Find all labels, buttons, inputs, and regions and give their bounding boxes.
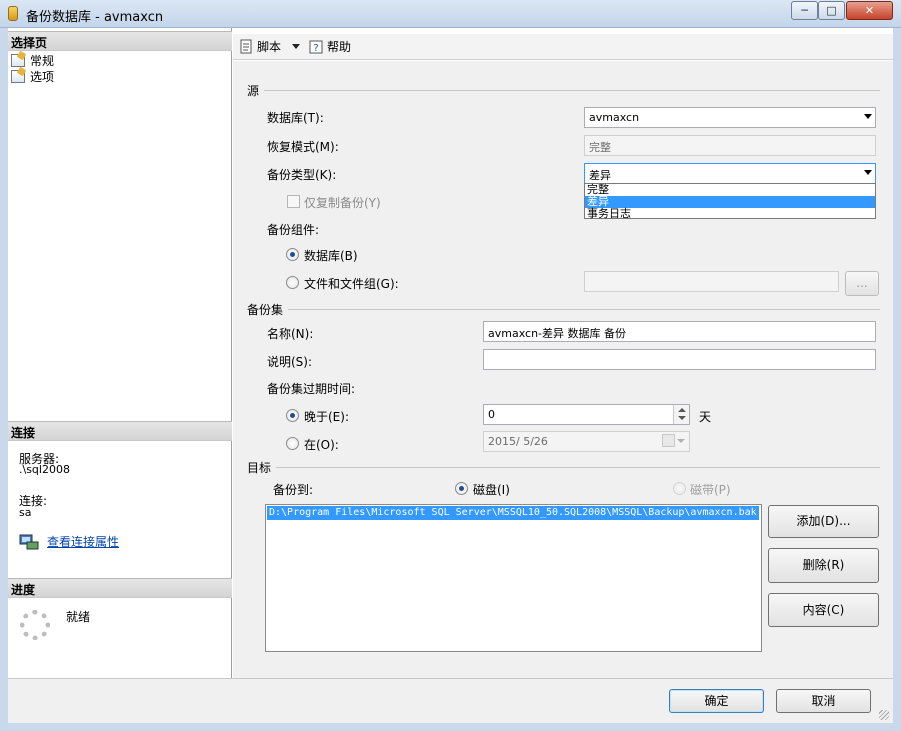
script-label: 脚本 bbox=[257, 40, 282, 54]
connection-header: 连接 bbox=[8, 421, 232, 441]
component-files-label: 文件和文件组(G): bbox=[304, 277, 399, 291]
page-icon bbox=[11, 69, 25, 83]
window-frame-left bbox=[0, 28, 8, 731]
expire-after-radio[interactable] bbox=[286, 409, 299, 422]
source-group-line bbox=[264, 90, 880, 91]
script-button[interactable]: 脚本 bbox=[239, 38, 281, 55]
component-files-radio[interactable] bbox=[286, 276, 299, 289]
help-icon: ? bbox=[309, 40, 323, 54]
maximize-button[interactable]: □ bbox=[818, 1, 845, 20]
minimize-button[interactable]: ─ bbox=[791, 1, 818, 20]
svg-text:?: ? bbox=[313, 43, 318, 54]
database-label: 数据库(T): bbox=[267, 111, 324, 125]
progress-status: 就绪 bbox=[66, 610, 91, 624]
browse-files-button[interactable]: ... bbox=[845, 271, 879, 296]
backup-component-label: 备份组件: bbox=[267, 223, 320, 237]
toolbar: 脚本 ? 帮助 bbox=[233, 34, 893, 60]
expire-after-input[interactable]: 0 bbox=[483, 404, 690, 425]
recovery-mode-label: 恢复模式(M): bbox=[267, 140, 339, 154]
spin-up-icon[interactable] bbox=[678, 408, 686, 412]
disk-label: 磁盘(I) bbox=[473, 483, 510, 497]
script-icon bbox=[240, 39, 252, 54]
component-database-label: 数据库(B) bbox=[304, 249, 358, 263]
title-bar: 备份数据库 - avmaxcn ─ □ ✕ bbox=[0, 0, 901, 28]
component-database-radio[interactable] bbox=[286, 248, 299, 261]
dropdown-option-full[interactable]: 完整 bbox=[585, 184, 875, 196]
progress-header: 进度 bbox=[8, 578, 232, 598]
backup-type-dropdown-list: 完整 差异 事务日志 bbox=[584, 183, 876, 220]
tape-label: 磁带(P) bbox=[690, 483, 731, 497]
source-group-label: 源 bbox=[247, 84, 260, 98]
chevron-down-icon bbox=[864, 114, 872, 119]
backup-type-label: 备份类型(K): bbox=[267, 168, 337, 182]
days-unit-label: 天 bbox=[699, 410, 712, 424]
view-connection-properties-link[interactable]: 查看连接属性 bbox=[47, 533, 119, 550]
backup-type-dropdown[interactable]: 差异 bbox=[584, 163, 876, 184]
cancel-button[interactable]: 取消 bbox=[776, 689, 871, 713]
expire-on-label: 在(O): bbox=[304, 438, 339, 452]
copy-only-checkbox[interactable] bbox=[287, 195, 300, 208]
dropdown-option-log[interactable]: 事务日志 bbox=[585, 208, 875, 220]
description-label: 说明(S): bbox=[267, 355, 313, 369]
name-input[interactable]: avmaxcn-差异 数据库 备份 bbox=[483, 321, 876, 342]
progress-spinner-icon bbox=[20, 610, 50, 640]
remove-button[interactable]: 删除(R) bbox=[768, 548, 879, 583]
page-label: 常规 bbox=[30, 53, 55, 68]
expire-after-value: 0 bbox=[488, 408, 495, 421]
close-button[interactable]: ✕ bbox=[846, 1, 893, 20]
tape-radio[interactable] bbox=[673, 482, 686, 495]
help-button[interactable]: ? 帮助 bbox=[309, 38, 351, 55]
add-button[interactable]: 添加(D)... bbox=[768, 505, 879, 538]
expire-on-date[interactable]: 2015/ 5/26 bbox=[483, 431, 690, 452]
contents-button[interactable]: 内容(C) bbox=[768, 593, 879, 627]
script-dropdown-arrow-icon[interactable] bbox=[292, 44, 300, 49]
name-label: 名称(N): bbox=[267, 327, 314, 341]
window-title: 备份数据库 - avmaxcn bbox=[26, 10, 164, 25]
backup-type-value: 差异 bbox=[589, 169, 611, 182]
destination-list[interactable]: D:\Program Files\Microsoft SQL Server\MS… bbox=[265, 504, 762, 652]
backup-set-group-line bbox=[288, 309, 880, 310]
expire-on-radio[interactable] bbox=[286, 437, 299, 450]
resize-grip-icon[interactable] bbox=[879, 710, 889, 720]
server-value: .\sql2008 bbox=[19, 463, 70, 476]
chevron-down-icon[interactable] bbox=[677, 439, 685, 443]
page-item-options[interactable]: 选项 bbox=[11, 68, 54, 84]
database-dropdown[interactable]: avmaxcn bbox=[584, 107, 876, 128]
copy-only-label: 仅复制备份(Y) bbox=[304, 196, 381, 210]
expire-label: 备份集过期时间: bbox=[267, 382, 356, 396]
window-frame-right bbox=[893, 28, 901, 731]
page-label: 选项 bbox=[30, 69, 55, 84]
ok-button[interactable]: 确定 bbox=[669, 689, 764, 713]
left-pane: 选择页 常规 选项 连接 服务器: .\sql2008 连接: sa 进度 就绪 bbox=[8, 28, 232, 678]
recovery-mode-field: 完整 bbox=[584, 135, 876, 156]
disk-radio[interactable] bbox=[455, 482, 468, 495]
expire-on-value: 2015/ 5/26 bbox=[488, 435, 548, 448]
page-icon bbox=[11, 53, 25, 67]
select-page-header: 选择页 bbox=[8, 31, 232, 51]
destination-group-line bbox=[276, 467, 880, 468]
description-input[interactable] bbox=[483, 349, 876, 370]
connection-value: sa bbox=[19, 506, 32, 519]
backup-set-group-label: 备份集 bbox=[247, 303, 284, 317]
expire-after-spinner[interactable] bbox=[673, 405, 689, 424]
files-field bbox=[584, 271, 839, 292]
database-value: avmaxcn bbox=[589, 111, 640, 124]
destination-path-item[interactable]: D:\Program Files\Microsoft SQL Server\MS… bbox=[267, 506, 759, 520]
database-icon bbox=[8, 6, 18, 21]
expire-after-label: 晚于(E): bbox=[304, 410, 349, 424]
spin-down-icon[interactable] bbox=[678, 416, 686, 420]
page-item-general[interactable]: 常规 bbox=[11, 52, 54, 68]
chevron-down-icon bbox=[864, 170, 872, 175]
connection-properties-icon bbox=[19, 534, 39, 550]
calendar-icon[interactable] bbox=[662, 434, 675, 447]
backup-to-label: 备份到: bbox=[273, 483, 314, 497]
destination-group-label: 目标 bbox=[247, 461, 272, 475]
help-label: 帮助 bbox=[327, 40, 352, 54]
window-frame-bottom bbox=[0, 723, 901, 731]
